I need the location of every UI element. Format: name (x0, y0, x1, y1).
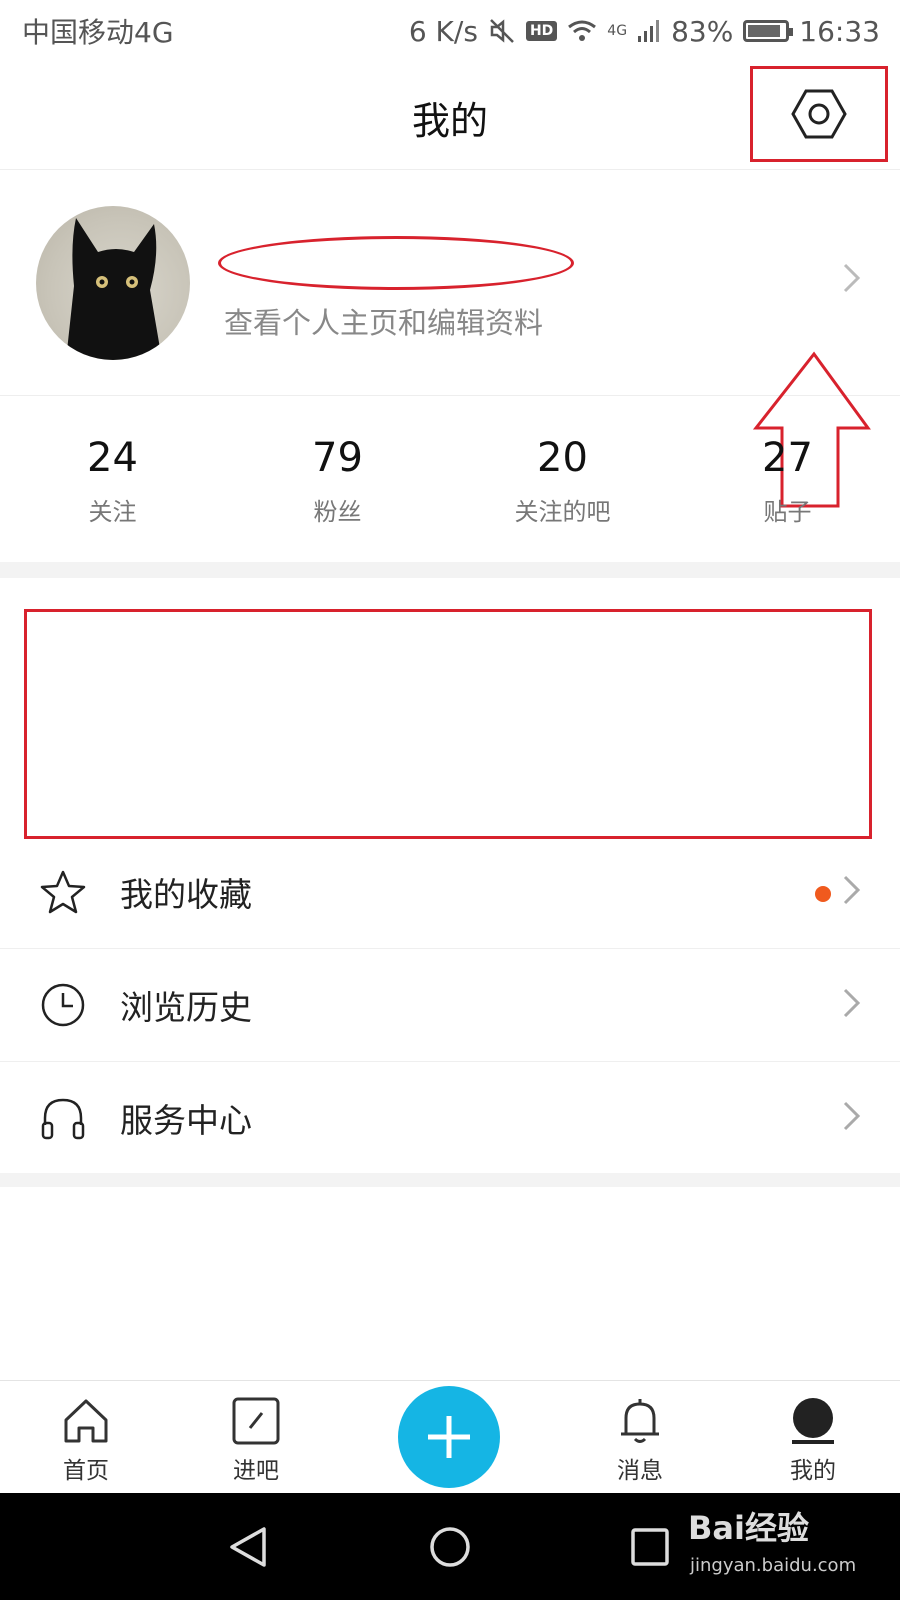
stat-following[interactable]: 24 关注 (0, 396, 225, 562)
title-bar: 我的 (0, 62, 900, 170)
post-button[interactable] (398, 1386, 500, 1488)
home-icon (60, 1395, 112, 1447)
profile-subtitle: 查看个人主页和编辑资料 (224, 306, 544, 340)
section-divider (0, 562, 900, 578)
stat-posts[interactable]: 27 贴子 (675, 396, 900, 562)
stat-label: 粉丝 (313, 498, 362, 526)
battery-percent: 83% (671, 14, 734, 48)
menu-item-label: 我的收藏 (120, 875, 252, 914)
status-indicators: 6 K/s HD 4G 83% 16:33 (409, 15, 880, 48)
menu-item-service-center[interactable]: 服务中心 (0, 1062, 900, 1175)
back-triangle-icon (230, 1527, 266, 1567)
stat-value: 24 (87, 435, 138, 481)
annotation-highlight-box (24, 609, 872, 839)
tab-enter-bar[interactable]: 进吧 (196, 1381, 316, 1494)
stat-followed-bars[interactable]: 20 关注的吧 (450, 396, 675, 562)
wifi-icon (567, 19, 597, 43)
headphones-icon (40, 1095, 86, 1141)
section-divider (0, 1173, 900, 1187)
home-button[interactable] (420, 1517, 480, 1577)
stat-label: 贴子 (763, 498, 812, 526)
tab-label: 进吧 (233, 1458, 279, 1484)
menu-list: 我的收藏 浏览历史 服务中心 (0, 836, 900, 1175)
plus-icon (428, 1416, 470, 1458)
recents-button[interactable] (620, 1517, 680, 1577)
tab-home[interactable]: 首页 (26, 1381, 146, 1494)
recents-square-icon (631, 1528, 669, 1566)
home-circle-icon (430, 1527, 470, 1567)
status-bar: 中国移动4G 6 K/s HD 4G 83% 16:33 (0, 0, 900, 62)
avatar[interactable] (36, 206, 190, 360)
chevron-right-icon (843, 263, 861, 293)
stat-value: 20 (537, 435, 588, 481)
back-button[interactable] (218, 1517, 278, 1577)
stat-followers[interactable]: 79 粉丝 (225, 396, 450, 562)
clock-time: 16:33 (799, 14, 880, 48)
carrier-label: 中国移动4G (22, 16, 174, 49)
tab-messages[interactable]: 消息 (580, 1381, 700, 1494)
edit-square-icon (230, 1395, 282, 1447)
watermark-url: jingyan.baidu.com (690, 1555, 857, 1576)
stat-label: 关注 (88, 498, 137, 526)
stat-label: 关注的吧 (514, 498, 611, 526)
system-nav-bar: Bai经验 jingyan.baidu.com (0, 1493, 900, 1600)
stat-value: 27 (762, 435, 813, 481)
tab-label: 消息 (617, 1458, 663, 1484)
user-icon (787, 1395, 839, 1447)
hd-badge: HD (525, 21, 558, 41)
tab-label: 我的 (790, 1458, 836, 1484)
new-indicator-dot (815, 886, 831, 902)
stat-value: 79 (312, 435, 363, 481)
watermark-logo: Bai经验 (688, 1509, 809, 1547)
redacted-username-annotation (218, 236, 574, 290)
star-icon (40, 869, 86, 915)
menu-item-history[interactable]: 浏览历史 (0, 949, 900, 1062)
battery-icon (743, 20, 794, 42)
menu-item-favorites[interactable]: 我的收藏 (0, 836, 900, 949)
bell-icon (614, 1395, 666, 1447)
settings-hexagon-icon (791, 89, 847, 139)
mute-icon (488, 17, 516, 45)
tab-label: 首页 (63, 1458, 109, 1484)
stats-row: 24 关注 79 粉丝 20 关注的吧 27 贴子 (0, 396, 900, 562)
chevron-right-icon (843, 1101, 861, 1131)
chevron-right-icon (843, 988, 861, 1018)
cat-avatar-image (66, 218, 162, 360)
clock-icon (40, 982, 86, 1028)
profile-card[interactable]: 查看个人主页和编辑资料 (0, 170, 900, 508)
menu-item-label: 浏览历史 (120, 988, 252, 1027)
network-type: 4G (607, 23, 628, 39)
tab-me[interactable]: 我的 (753, 1381, 873, 1494)
network-speed: 6 K/s (408, 14, 478, 48)
menu-item-label: 服务中心 (120, 1101, 252, 1140)
signal-icon (637, 19, 661, 43)
chevron-right-icon (843, 875, 861, 905)
settings-button[interactable] (750, 66, 888, 162)
